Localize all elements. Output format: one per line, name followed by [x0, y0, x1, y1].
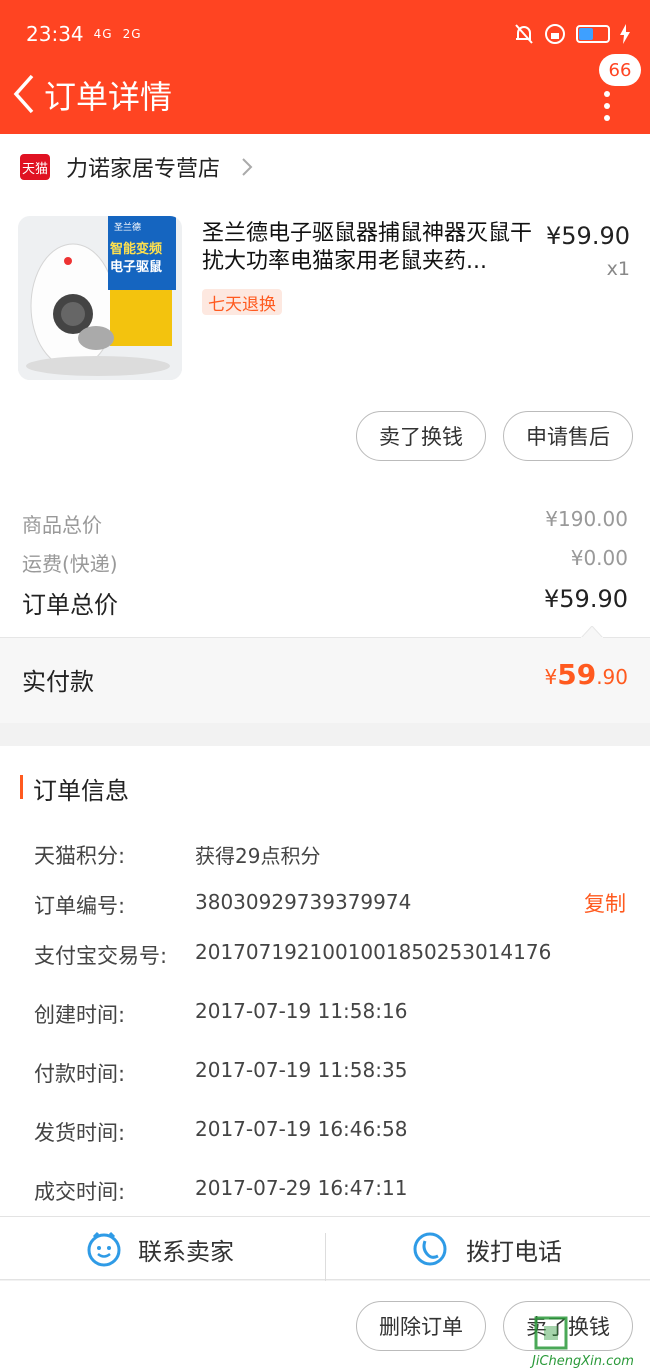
- caret-up-icon: [581, 626, 603, 638]
- paid-label: 实付款: [22, 668, 94, 696]
- goods-total-value: ¥190.00: [545, 507, 628, 531]
- after-sale-button[interactable]: 申请售后: [503, 411, 633, 461]
- paid-decimal: .90: [596, 665, 628, 689]
- order-info-title: 订单信息: [33, 777, 129, 805]
- watermark-icon: [534, 1316, 568, 1350]
- watermark-text: JiChengXin.com: [532, 1354, 634, 1369]
- sell-for-cash-button[interactable]: 卖了换钱: [356, 411, 486, 461]
- battery-icon: [576, 25, 610, 43]
- watermark-logo: JiChengXin.com: [530, 1316, 650, 1372]
- info-value-completed: 2017-07-29 16:47:11: [195, 1176, 408, 1200]
- store-row[interactable]: 天猫 力诺家居专营店: [20, 150, 254, 184]
- info-value-order-number: 38030929739379974: [195, 890, 412, 914]
- more-menu-icon[interactable]: [598, 82, 616, 122]
- goods-total-label: 商品总价: [22, 513, 102, 537]
- signal-2g-icon: 2G: [122, 27, 142, 41]
- shipping-value: ¥0.00: [570, 546, 628, 570]
- call-phone-label: 拨打电话: [466, 1237, 562, 1266]
- image-line1-text: 智能变频: [110, 242, 163, 257]
- nav-bar: 订单详情 66: [0, 54, 650, 130]
- shipping-label: 运费(快递): [22, 552, 118, 576]
- info-label-created: 创建时间:: [34, 1003, 126, 1027]
- paid-integer: 59: [557, 658, 597, 691]
- charging-icon: [620, 24, 630, 44]
- delete-order-button[interactable]: 删除订单: [356, 1301, 486, 1351]
- paid-currency: ¥: [544, 665, 558, 689]
- call-phone-button[interactable]: 拨打电话: [412, 1217, 562, 1281]
- status-bar: 23:34 4G 2G: [26, 18, 630, 50]
- chevron-right-icon: [242, 158, 253, 176]
- info-value-points: 获得29点积分: [195, 844, 321, 868]
- contact-divider: [325, 1233, 326, 1283]
- return-policy-tag: 七天退换: [202, 289, 282, 315]
- section-accent-bar: [20, 775, 23, 799]
- status-time: 23:34: [26, 22, 84, 46]
- info-value-shipped: 2017-07-19 16:46:58: [195, 1117, 408, 1141]
- info-value-paid: 2017-07-19 11:58:35: [195, 1058, 408, 1082]
- contact-bar: 联系卖家 拨打电话: [0, 1216, 650, 1283]
- product-image[interactable]: 圣兰德 智能变频 电子驱鼠: [18, 216, 182, 380]
- product-quantity: x1: [606, 258, 630, 280]
- info-label-completed: 成交时间:: [34, 1180, 126, 1204]
- store-name: 力诺家居专营店: [66, 157, 221, 182]
- image-brand-text: 圣兰德: [114, 223, 142, 233]
- product-title[interactable]: 圣兰德电子驱鼠器捕鼠神器灭鼠干扰大功率电猫家用老鼠夹药...: [202, 220, 538, 276]
- lock-rotation-icon: [545, 24, 565, 44]
- order-total-label: 订单总价: [22, 591, 118, 619]
- info-label-points: 天猫积分:: [34, 844, 126, 868]
- image-line2-text: 电子驱鼠: [110, 260, 163, 275]
- contact-seller-label: 联系卖家: [138, 1237, 234, 1266]
- info-label-alipay: 支付宝交易号:: [34, 944, 168, 968]
- tmall-icon: 天猫: [20, 154, 50, 180]
- paid-amount-box: 实付款 ¥59.90: [0, 626, 650, 723]
- info-label-shipped: 发货时间:: [34, 1121, 126, 1145]
- order-total-value: ¥59.90: [544, 585, 628, 613]
- back-arrow-icon[interactable]: [10, 72, 40, 116]
- info-value-alipay: 2017071921001001850253014176: [195, 940, 552, 964]
- mute-bell-icon: [515, 24, 533, 44]
- info-label-order-number: 订单编号:: [34, 894, 126, 918]
- phone-icon: [413, 1232, 447, 1266]
- page-title: 订单详情: [44, 78, 173, 116]
- signal-4g-icon: 4G: [93, 27, 113, 41]
- paid-value: ¥59.90: [544, 658, 628, 691]
- app-header: 23:34 4G 2G 订单详情 66: [0, 0, 650, 134]
- copy-order-number-button[interactable]: 复制: [584, 888, 626, 918]
- product-price: ¥59.90: [546, 222, 630, 250]
- message-badge[interactable]: 66: [599, 54, 641, 86]
- info-label-paid: 付款时间:: [34, 1062, 126, 1086]
- contact-seller-button[interactable]: 联系卖家: [86, 1217, 234, 1281]
- info-value-created: 2017-07-19 11:58:16: [195, 999, 408, 1023]
- chat-face-icon: [87, 1231, 121, 1267]
